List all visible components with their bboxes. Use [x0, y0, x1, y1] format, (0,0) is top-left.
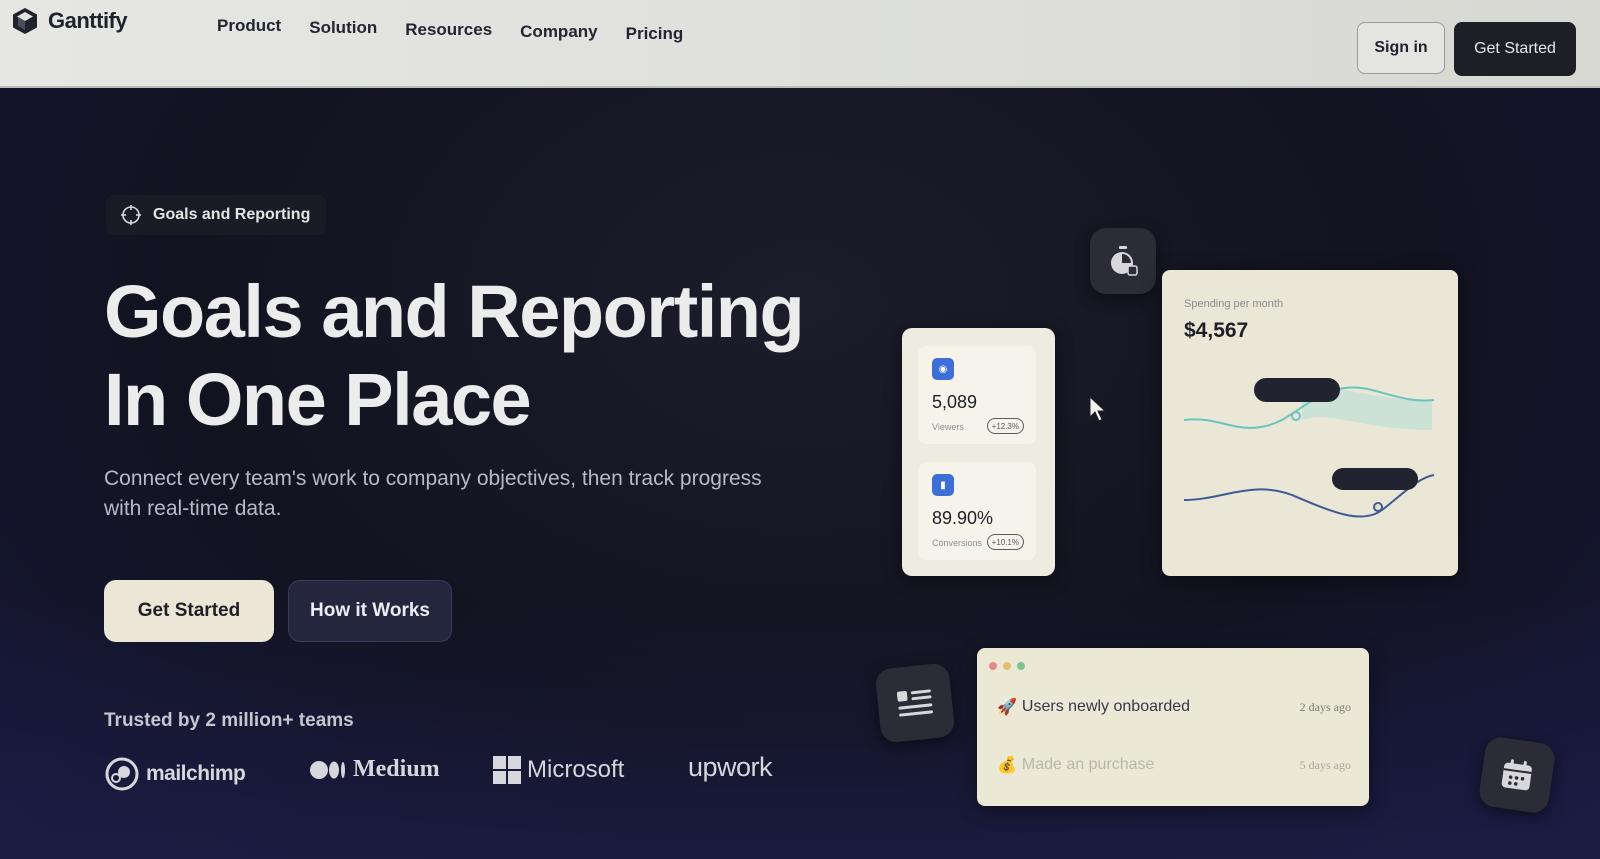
stat-value: 5,089 — [932, 392, 978, 412]
list-icon — [896, 689, 934, 717]
mailchimp-logo: mailchimp — [104, 756, 246, 792]
brand-logos: mailchimp Medium Microsoft upwork — [104, 752, 804, 796]
maximize-dot — [1017, 662, 1025, 670]
stat-value: 89.90% — [932, 508, 994, 528]
stopwatch-icon — [1111, 246, 1138, 276]
spending-tooltip-2 — [1332, 468, 1418, 490]
mailchimp-wordmark: mailchimp — [146, 762, 246, 785]
mailchimp-icon — [105, 757, 139, 791]
minimize-dot — [1003, 662, 1011, 670]
activity-title-text: Made an purchase — [1021, 756, 1155, 773]
stat-viewers: ◉ 5,089 Viewers +12.3% — [918, 346, 1036, 444]
stat-label: Viewers — [932, 422, 964, 432]
activity-card: 🚀 Users newly onboarded 2 days ago 💰 Mad… — [977, 648, 1369, 806]
trusted-by-text: Trusted by 2 million+ teams — [104, 710, 354, 731]
spending-line-chart — [1183, 378, 1435, 518]
stats-card: ◉ 5,089 Viewers +12.3% ▮ 89.90% Conversi… — [902, 328, 1055, 576]
activity-title: 🚀 Users newly onboarded — [997, 697, 1190, 717]
activity-title: 💰 Made an purchase — [997, 755, 1154, 775]
list-float-icon — [874, 662, 956, 744]
activity-time: 5 days ago — [1299, 757, 1351, 772]
close-dot — [989, 662, 997, 670]
spending-point-blue — [1373, 502, 1383, 512]
rocket-icon: 🚀 — [997, 699, 1017, 716]
nav-link-resources[interactable]: Resources — [405, 20, 492, 44]
hero-description: Connect every team's work to company obj… — [104, 467, 762, 520]
activity-time: 2 days ago — [1299, 699, 1351, 714]
section-badge: Goals and Reporting — [106, 195, 327, 235]
stat-conversions: ▮ 89.90% Conversions +10.1% — [918, 462, 1036, 560]
hero-title-line-2: In One Place — [104, 358, 532, 441]
hero-title-line-1: Goals and Reporting — [104, 270, 805, 353]
sign-in-button[interactable]: Sign in — [1357, 22, 1445, 74]
how-it-works-button[interactable]: How it Works — [288, 580, 452, 642]
top-nav: Ganttify Product Solution Resources Comp… — [0, 0, 1600, 88]
spending-label: Spending per month — [1184, 298, 1284, 310]
mouse-cursor-icon — [1089, 395, 1107, 422]
medium-logo: Medium — [309, 756, 440, 783]
target-icon — [121, 205, 141, 225]
brand-name: Ganttify — [48, 8, 128, 33]
get-started-button[interactable]: Get Started — [104, 580, 274, 642]
stat-change-badge: +10.1% — [986, 534, 1024, 550]
medium-wordmark: Medium — [353, 756, 440, 782]
eye-icon: ◉ — [932, 358, 954, 380]
upwork-logo: upwork — [688, 752, 773, 783]
activity-title-text: Users newly onboarded — [1021, 698, 1191, 715]
brand-logo[interactable]: Ganttify — [10, 6, 128, 36]
activity-item: 🚀 Users newly onboarded 2 days ago — [997, 697, 1351, 717]
calendar-icon — [1501, 759, 1532, 791]
nav-link-pricing[interactable]: Pricing — [626, 24, 684, 44]
spending-point-teal — [1291, 411, 1301, 421]
medium-icon — [310, 760, 345, 779]
microsoft-icon — [493, 756, 521, 784]
upwork-wordmark: upwork — [688, 752, 773, 782]
nav-link-product[interactable]: Product — [217, 16, 281, 44]
window-dots — [989, 662, 1025, 670]
hero-title: Goals and Reporting In One Place — [104, 268, 864, 444]
stat-change-badge: +12.3% — [986, 418, 1024, 434]
nav-link-solution[interactable]: Solution — [309, 18, 377, 44]
nav-get-started-button[interactable]: Get Started — [1454, 22, 1576, 76]
spending-card: Spending per month $4,567 — [1162, 270, 1458, 576]
stat-label: Conversions — [932, 538, 983, 548]
cube-logo-icon — [13, 8, 37, 34]
badge-label: Goals and Reporting — [153, 206, 311, 223]
bar-chart-icon: ▮ — [932, 474, 954, 496]
spending-tooltip-1 — [1254, 378, 1340, 402]
money-bag-icon: 💰 — [997, 757, 1017, 774]
calendar-float-icon — [1477, 735, 1557, 815]
nav-links: Product Solution Resources Company Prici… — [217, 16, 683, 44]
timer-float-icon — [1090, 228, 1156, 294]
spending-value: $4,567 — [1184, 319, 1249, 342]
activity-item: 💰 Made an purchase 5 days ago — [997, 755, 1351, 775]
microsoft-logo: Microsoft — [493, 756, 624, 784]
nav-link-company[interactable]: Company — [520, 22, 597, 44]
microsoft-wordmark: Microsoft — [527, 756, 625, 783]
